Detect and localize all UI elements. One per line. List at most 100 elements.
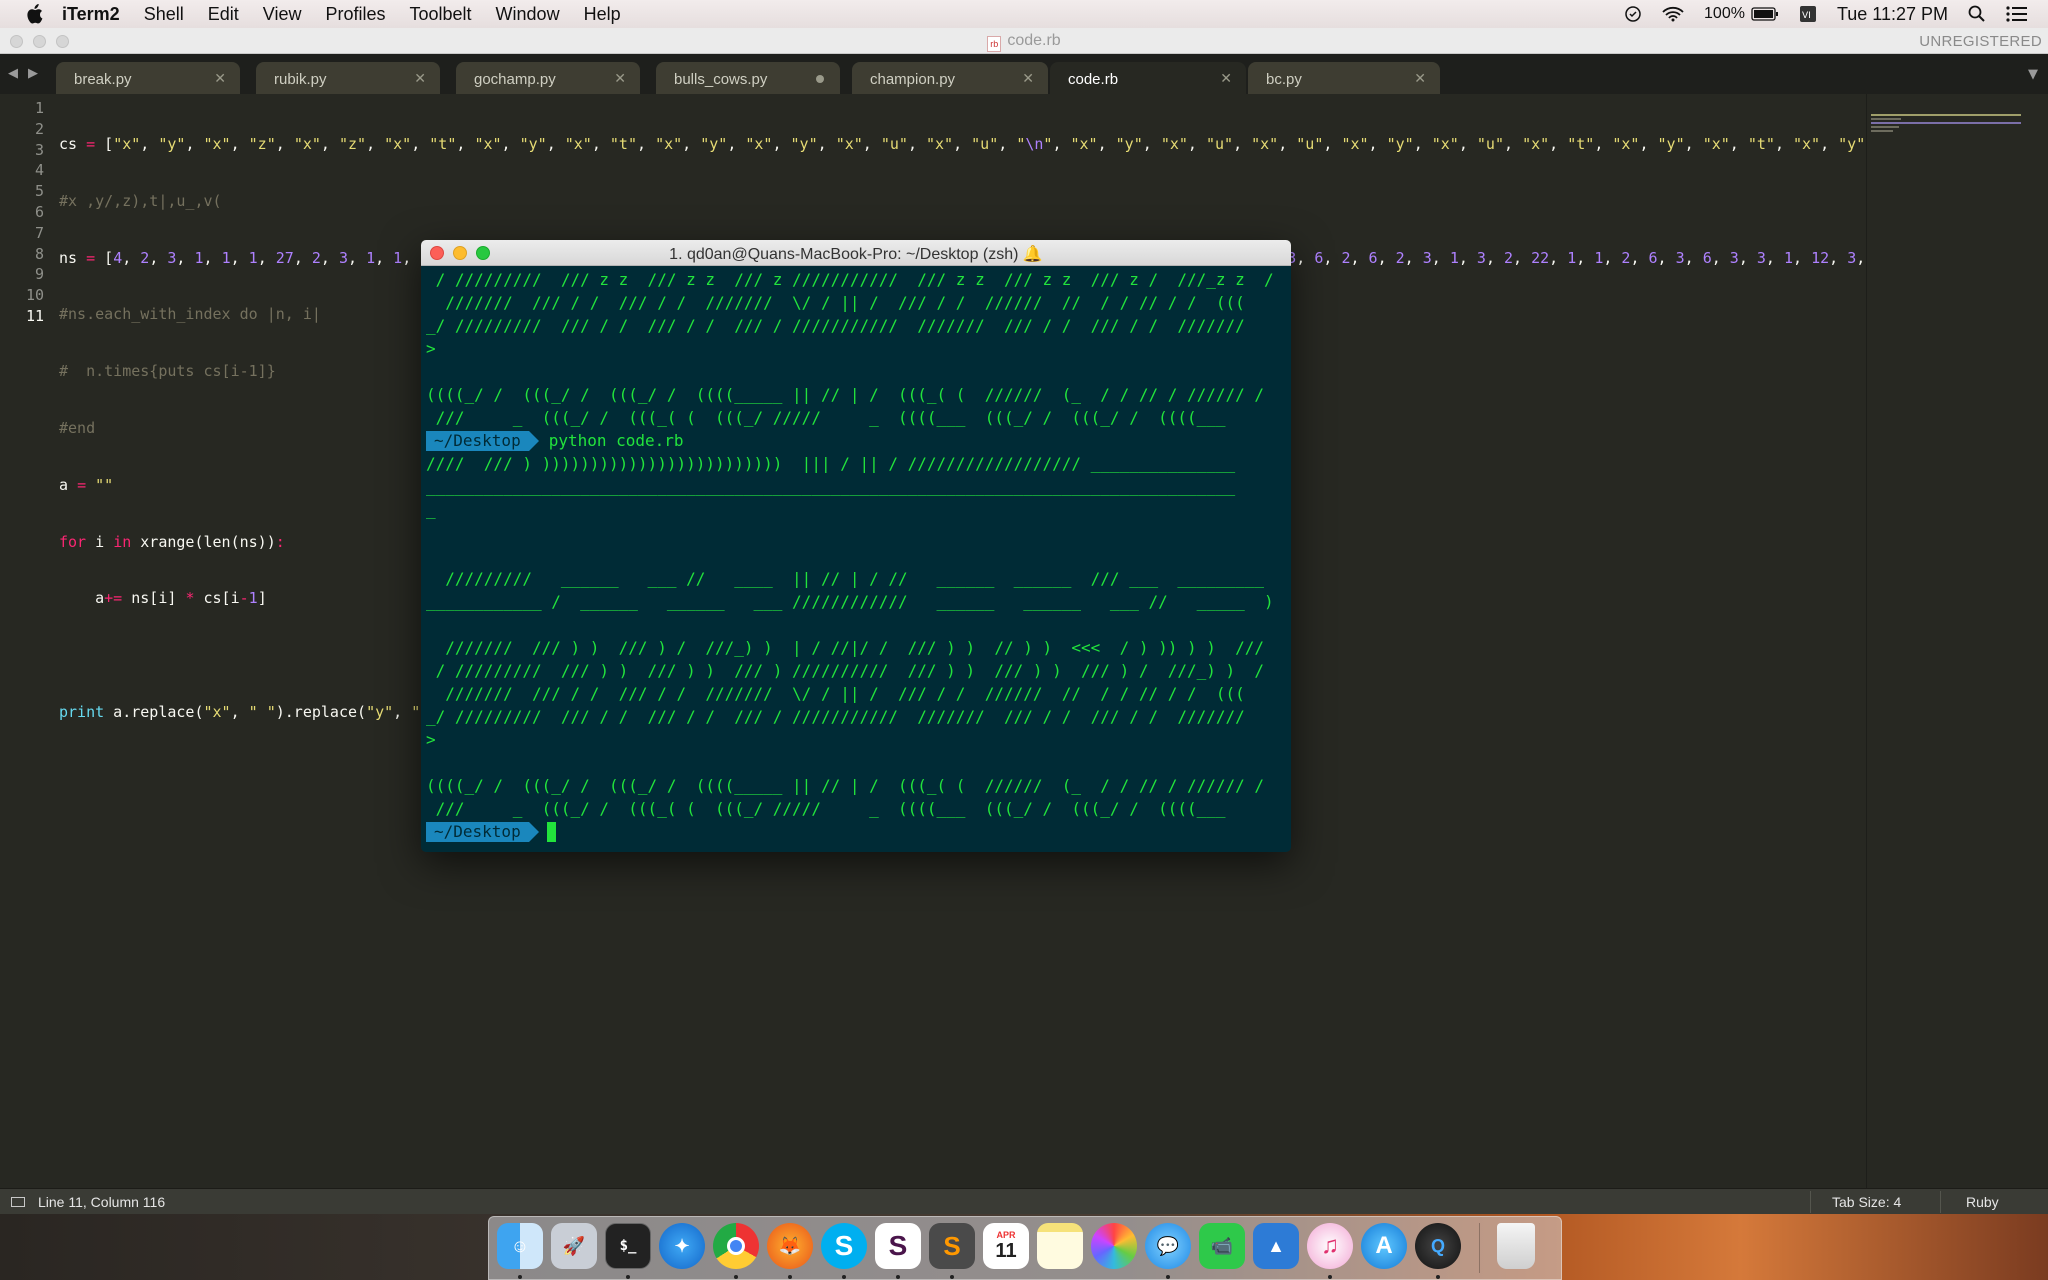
line-number: 7 bbox=[34, 223, 44, 242]
close-tab-icon[interactable]: ✕ bbox=[1022, 70, 1034, 87]
apple-icon[interactable] bbox=[22, 2, 46, 26]
close-tab-icon[interactable]: ✕ bbox=[414, 70, 426, 87]
trash-icon[interactable] bbox=[1497, 1223, 1535, 1269]
slack-icon[interactable]: S bbox=[875, 1223, 921, 1269]
close-tab-icon[interactable]: ✕ bbox=[614, 70, 626, 87]
close-tab-icon[interactable]: ✕ bbox=[1414, 70, 1426, 87]
tab-prev-icon[interactable]: ◀ bbox=[8, 66, 18, 81]
syntax-selector[interactable]: Ruby bbox=[1966, 1194, 1999, 1210]
tab-gochamp-py[interactable]: gochamp.py ✕ bbox=[456, 62, 640, 94]
shell-prompt-active[interactable]: ~/Desktop bbox=[421, 820, 1291, 843]
tab-break-py[interactable]: break.py ✕ bbox=[56, 62, 240, 94]
status-bar: Line 11, Column 116 Tab Size: 4 Ruby bbox=[0, 1188, 2048, 1214]
tab-rubik-py[interactable]: rubik.py ✕ bbox=[256, 62, 440, 94]
finder-icon[interactable]: ☺ bbox=[497, 1223, 543, 1269]
iterm-title: 1. qd0an@Quans-MacBook-Pro: ~/Desktop (z… bbox=[669, 246, 1043, 263]
line-number: 5 bbox=[34, 182, 44, 201]
tab-champion-py[interactable]: champion.py ✕ bbox=[852, 62, 1048, 94]
tab-label: break.py bbox=[74, 71, 132, 88]
facetime-icon[interactable]: 📹 bbox=[1199, 1223, 1245, 1269]
menu-shell[interactable]: Shell bbox=[144, 4, 184, 25]
keynote-icon[interactable]: ▲ bbox=[1253, 1223, 1299, 1269]
window-title: rb code.rb bbox=[0, 32, 2048, 52]
calendar-month: APR bbox=[996, 1229, 1016, 1240]
tab-bar: ◀ ▶ break.py ✕ rubik.py ✕ gochamp.py ✕ bull… bbox=[0, 54, 2048, 94]
menu-edit[interactable]: Edit bbox=[208, 4, 239, 25]
notes-icon[interactable] bbox=[1037, 1223, 1083, 1269]
menu-toolbelt[interactable]: Toolbelt bbox=[410, 4, 472, 25]
code-line-1: cs = ["x", "y", "x", "z", "x", "z", "x",… bbox=[59, 135, 1866, 153]
menu-view[interactable]: View bbox=[263, 4, 302, 25]
panel-toggle-icon[interactable] bbox=[11, 1197, 25, 1207]
line-number: 9 bbox=[34, 265, 44, 284]
firefox-icon[interactable]: 🦊 bbox=[767, 1223, 813, 1269]
terminal-output-block-1: / ///////// /// z z /// z z /// z //////… bbox=[426, 270, 1274, 427]
window-title-text: code.rb bbox=[1007, 32, 1061, 49]
menu-help[interactable]: Help bbox=[584, 4, 621, 25]
terminal-output[interactable]: / ///////// /// z z /// z z /// z //////… bbox=[421, 266, 1291, 852]
tab-label: bc.py bbox=[1266, 71, 1302, 88]
iterm-title-bar: 1. qd0an@Quans-MacBook-Pro: ~/Desktop (z… bbox=[421, 240, 1291, 266]
tab-code-rb[interactable]: code.rb ✕ bbox=[1050, 62, 1246, 94]
running-indicator bbox=[734, 1275, 738, 1279]
close-tab-icon[interactable]: ✕ bbox=[214, 70, 226, 87]
tab-nav: ◀ ▶ bbox=[8, 66, 38, 81]
chrome-icon[interactable] bbox=[713, 1223, 759, 1269]
input-source-icon[interactable]: VI bbox=[1799, 5, 1817, 23]
status-divider bbox=[1810, 1191, 1811, 1213]
minimap[interactable] bbox=[1866, 94, 2048, 1188]
sublime-icon[interactable]: S bbox=[929, 1223, 975, 1269]
running-indicator bbox=[1166, 1275, 1170, 1279]
messages-icon[interactable]: 💬 bbox=[1145, 1223, 1191, 1269]
unsaved-dot-icon[interactable] bbox=[816, 75, 824, 83]
battery-percent[interactable]: 100% bbox=[1704, 5, 1745, 23]
tab-next-icon[interactable]: ▶ bbox=[28, 66, 38, 81]
running-indicator bbox=[518, 1275, 522, 1279]
tab-label: code.rb bbox=[1068, 71, 1119, 88]
prompt-directory: ~/Desktop bbox=[426, 821, 529, 842]
tab-bulls-cows-py[interactable]: bulls_cows.py bbox=[656, 62, 840, 94]
status-divider bbox=[1940, 1191, 1941, 1213]
tab-bc-py[interactable]: bc.py ✕ bbox=[1248, 62, 1440, 94]
terminal-output-block-2: //// /// ) ))))))))))))))))))))))))) |||… bbox=[426, 454, 1274, 818]
running-indicator bbox=[1436, 1275, 1440, 1279]
dock-divider bbox=[1479, 1223, 1480, 1273]
line-number: 3 bbox=[34, 140, 44, 159]
menu-bar: iTerm2 Shell Edit View Profiles Toolbelt… bbox=[0, 0, 2048, 28]
running-indicator bbox=[626, 1275, 630, 1279]
appstore-icon[interactable]: A bbox=[1361, 1223, 1407, 1269]
launchpad-icon[interactable]: 🚀 bbox=[551, 1223, 597, 1269]
tab-size-selector[interactable]: Tab Size: 4 bbox=[1832, 1194, 1901, 1210]
cursor-position: Line 11, Column 116 bbox=[38, 1194, 166, 1210]
itunes-icon[interactable]: ♫ bbox=[1307, 1223, 1353, 1269]
iterm-window[interactable]: 1. qd0an@Quans-MacBook-Pro: ~/Desktop (z… bbox=[421, 240, 1291, 852]
running-indicator bbox=[788, 1275, 792, 1279]
prompt-command: python code.rb bbox=[548, 431, 684, 450]
menu-app-name[interactable]: iTerm2 bbox=[62, 4, 120, 25]
calendar-icon[interactable]: APR 11 bbox=[983, 1223, 1029, 1269]
menubar-clock[interactable]: Tue 11:27 PM bbox=[1837, 4, 1948, 25]
spotlight-search-icon[interactable] bbox=[1968, 5, 1986, 23]
line-number-current: 11 bbox=[25, 306, 44, 325]
close-tab-icon[interactable]: ✕ bbox=[1220, 70, 1232, 87]
menu-window[interactable]: Window bbox=[496, 4, 560, 25]
tab-label: gochamp.py bbox=[474, 71, 556, 88]
menu-profiles[interactable]: Profiles bbox=[325, 4, 385, 25]
notification-center-icon[interactable] bbox=[2006, 6, 2028, 22]
ruby-file-icon: rb bbox=[987, 36, 1002, 52]
skype-icon[interactable]: S bbox=[821, 1223, 867, 1269]
time-machine-icon[interactable] bbox=[1624, 5, 1642, 23]
battery-icon[interactable] bbox=[1751, 7, 1779, 21]
tab-list-dropdown-icon[interactable]: ▼ bbox=[2028, 67, 2038, 82]
photos-icon[interactable] bbox=[1091, 1223, 1137, 1269]
svg-text:VI: VI bbox=[1802, 11, 1811, 21]
wifi-icon[interactable] bbox=[1662, 6, 1684, 22]
prompt-arrow-icon bbox=[528, 430, 539, 451]
line-number: 2 bbox=[34, 119, 44, 138]
quicktime-icon[interactable]: Q bbox=[1415, 1223, 1461, 1269]
minimap-line bbox=[1871, 130, 1893, 132]
safari-icon[interactable]: ✦ bbox=[659, 1223, 705, 1269]
line-number: 6 bbox=[34, 202, 44, 221]
terminal-icon[interactable]: $_ bbox=[605, 1223, 651, 1269]
terminal-cursor bbox=[546, 821, 556, 842]
